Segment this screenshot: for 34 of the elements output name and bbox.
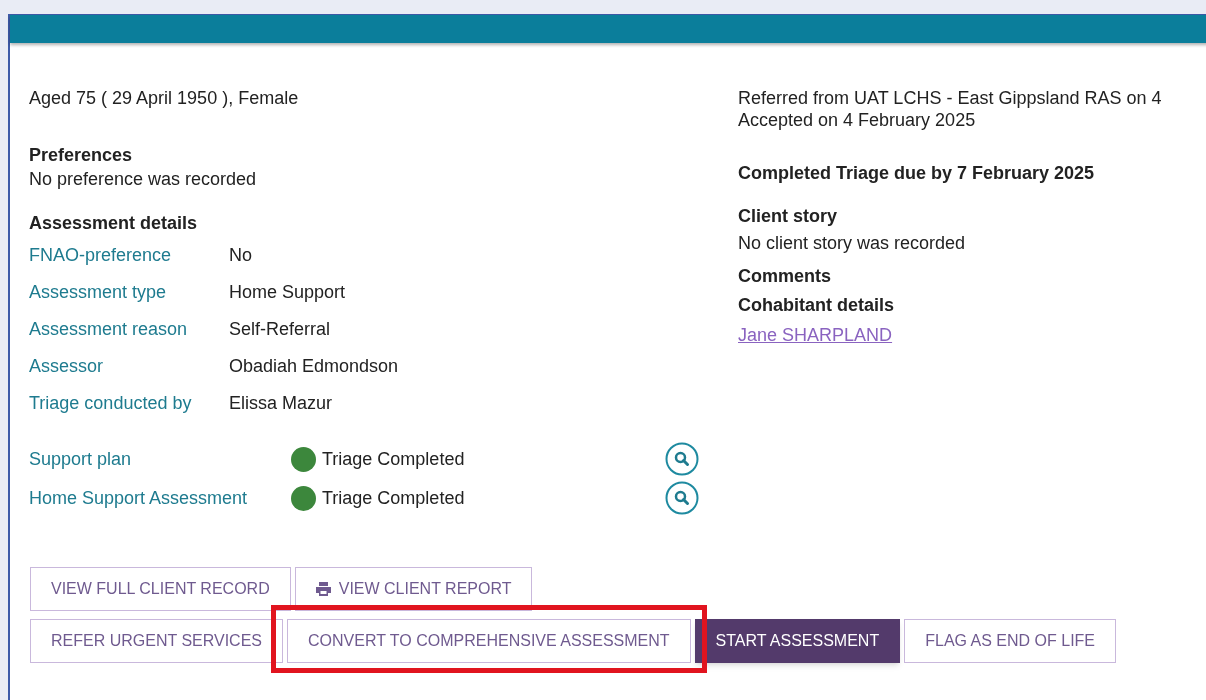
section-heading: Comments [738,265,832,288]
field-value: No [229,244,253,267]
client-story-text: No client story was recorded [738,232,967,255]
preferences-heading: Preferences [29,144,134,167]
status-text: Triage Completed [322,447,466,471]
cohabitant-link[interactable]: Jane SHARPLAND [738,320,893,350]
triage-due-text: Completed Triage due by 7 February 2025 [738,162,1096,185]
preferences-text: No preference was recorded [29,168,258,191]
referral-text: Referred from UAT LCHS - East Gippsland RAS on 4 [738,87,1162,109]
start-button[interactable]: START ASSESSMENT [694,619,901,663]
action-button[interactable]: VIEW FULL CLIENT RECORD [30,567,291,611]
status-text: Triage Completed [322,486,466,510]
accepted-text: Accepted on 4 February 2025 [738,109,977,131]
field-label: Assessment type [29,281,168,304]
field-value: Elissa Mazur [229,392,334,415]
client-summary: Aged 75 ( 29 April 1950 ), Female [29,87,300,109]
printer-icon [315,582,331,596]
action-button[interactable]: FLAG AS END OF LIFE [904,619,1117,663]
section-heading: Assessment details [29,212,199,235]
field-value: Home Support [229,281,347,304]
section-heading: Client story [738,205,839,228]
search-icon[interactable] [665,442,699,476]
field-value: Obadiah Edmondson [229,355,400,378]
search-icon[interactable] [665,481,699,515]
field-label: Assessment reason [29,318,189,341]
section-heading: Cohabitant details [738,294,895,317]
plan-label: Support plan [29,447,133,471]
action-button[interactable]: REFER URGENT SERVICES [30,619,283,663]
field-value: Self-Referral [229,318,332,341]
plan-label: Home Support Assessment [29,486,249,510]
field-label: Triage conducted by [29,392,193,415]
action-button[interactable]: CONVERT TO COMPREHENSIVE ASSESSMENT [287,619,691,663]
field-label: Assessor [29,355,105,378]
field-label: FNAO-preference [29,244,173,267]
